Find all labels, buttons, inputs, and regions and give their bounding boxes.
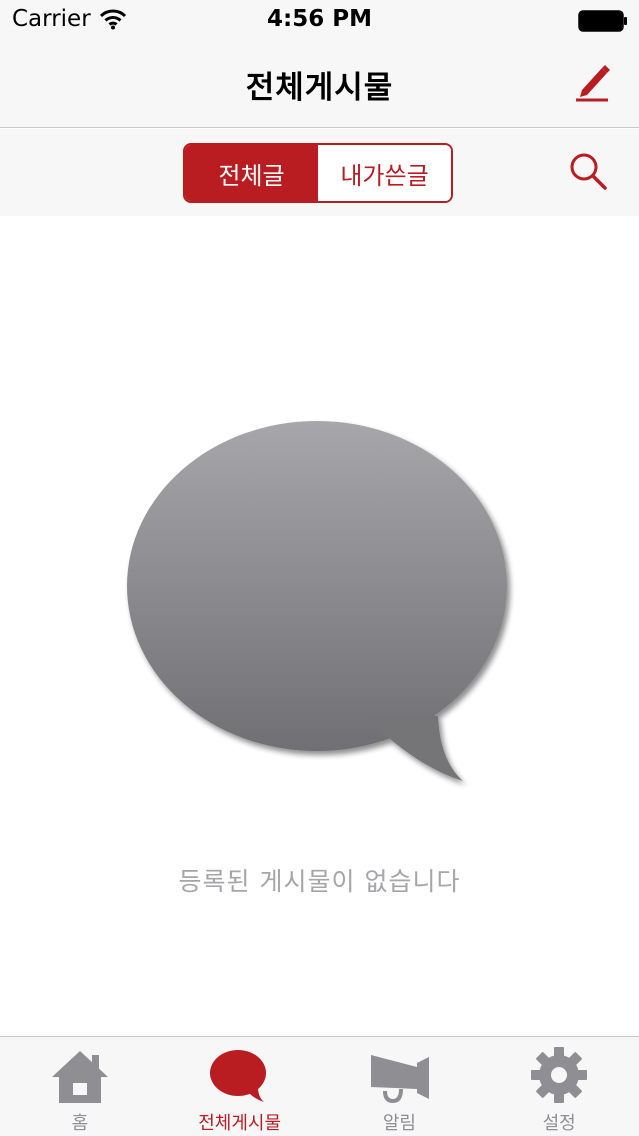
status-bar: Carrier 4:56 PM <box>0 0 639 40</box>
tab-label: 홈 <box>71 1113 89 1134</box>
tab-notifications[interactable]: 알림 <box>320 1037 480 1136</box>
tab-settings[interactable]: 설정 <box>479 1037 639 1136</box>
page-title: 전체게시물 <box>245 70 394 106</box>
segmented-control: 전체글 내가쓴글 <box>183 143 453 203</box>
home-icon <box>51 1051 108 1103</box>
post-list-area: 등록된 게시물이 없습니다 <box>0 216 639 1036</box>
segment-my-posts[interactable]: 내가쓴글 <box>318 145 451 201</box>
tab-bar: 홈 전체게시물 알림 설정 <box>0 1036 639 1136</box>
search-icon[interactable] <box>568 151 608 191</box>
tab-label: 전체게시물 <box>198 1113 282 1134</box>
speech-bubble-icon <box>209 1050 266 1102</box>
speech-bubble-icon <box>127 421 507 781</box>
tab-label: 설정 <box>542 1113 576 1134</box>
tab-all-posts[interactable]: 전체게시물 <box>160 1037 320 1136</box>
tab-label: 알림 <box>382 1113 416 1134</box>
battery-icon <box>578 10 627 32</box>
pencil-icon[interactable] <box>572 60 612 104</box>
segment-all-posts[interactable]: 전체글 <box>185 145 318 201</box>
tab-home[interactable]: 홈 <box>0 1037 160 1136</box>
megaphone-icon <box>371 1055 430 1104</box>
filter-bar: 전체글 내가쓴글 <box>0 129 639 216</box>
empty-message: 등록된 게시물이 없습니다 <box>178 867 461 896</box>
clock: 4:56 PM <box>267 6 372 32</box>
gear-icon <box>531 1047 588 1103</box>
navigation-bar: 전체게시물 <box>0 40 639 128</box>
